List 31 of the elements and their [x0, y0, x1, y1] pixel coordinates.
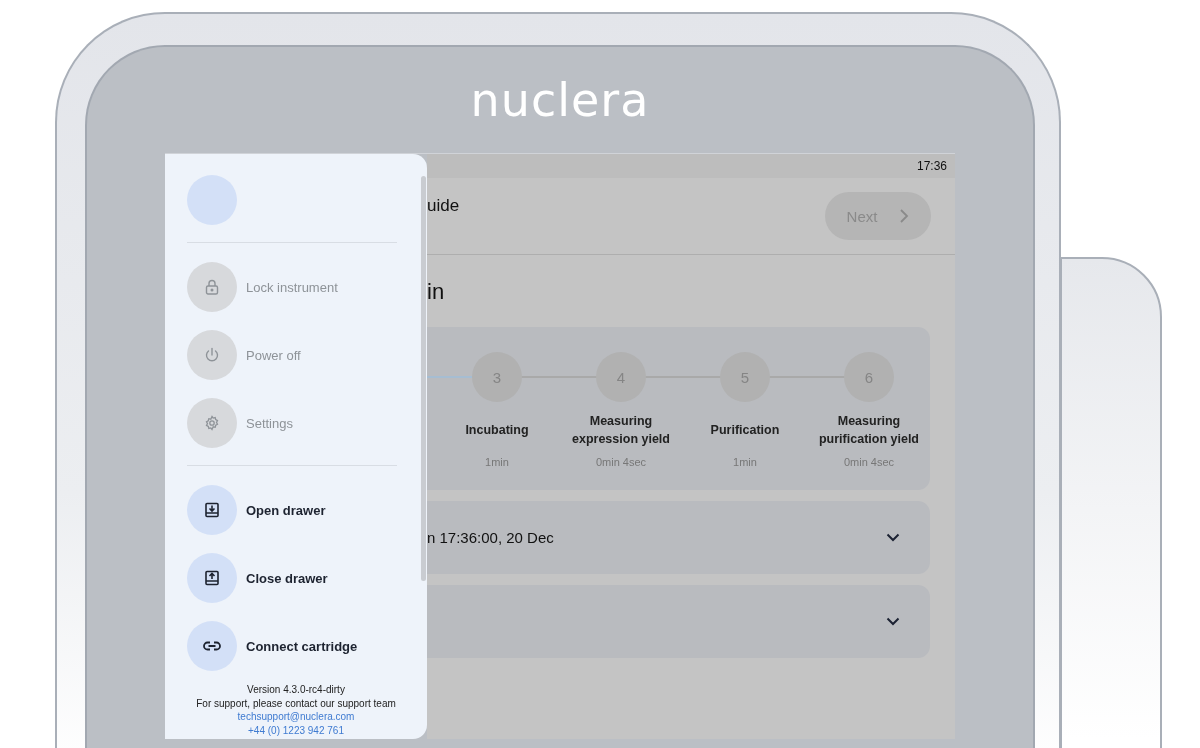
chevron-right-icon [899, 208, 910, 224]
step-label: Incubating [464, 422, 530, 439]
support-email-link[interactable]: techsupport@nuclera.com [237, 710, 355, 724]
section-title: in [427, 278, 446, 306]
avatar-circle [187, 175, 237, 225]
support-phone-link[interactable]: +44 (0) 1223 942 761 [248, 723, 344, 737]
tray-download-icon [204, 502, 220, 518]
clock-time: 17:36 [916, 159, 947, 173]
support-text: For support, please contact our support team [196, 696, 396, 710]
step-label: Measuring expression yield [571, 413, 671, 448]
brand-logo: nuclera [470, 73, 650, 127]
version-text: Version 4.3.0-rc4-dirty [247, 683, 345, 697]
step-duration: 1min [733, 456, 757, 468]
scrollbar[interactable] [421, 176, 426, 581]
link-icon [203, 640, 221, 652]
lock-icon [205, 279, 219, 295]
step-duration: 0min 4sec [595, 456, 647, 468]
tray-upload-icon [204, 570, 220, 586]
accordion-panel[interactable]: n 17:36:00, 20 Dec [427, 501, 930, 574]
page-title: uide [427, 196, 460, 216]
step-duration: 0min 4sec [843, 456, 895, 468]
settings-icon [204, 415, 220, 431]
accordion-title: n 17:36:00, 20 Dec [427, 529, 554, 546]
drawer-menu-item[interactable]: Open drawer [187, 485, 326, 535]
step-label: Measuring purification yield [818, 413, 920, 448]
power-icon [204, 347, 220, 363]
step-duration: 1min [485, 456, 509, 468]
accordion-panel[interactable] [427, 585, 930, 658]
drawer-menu-item[interactable]: Close drawer [187, 553, 328, 603]
drawer-menu-item[interactable]: Connect cartridge [187, 621, 358, 671]
step-label: Purification [709, 422, 781, 439]
